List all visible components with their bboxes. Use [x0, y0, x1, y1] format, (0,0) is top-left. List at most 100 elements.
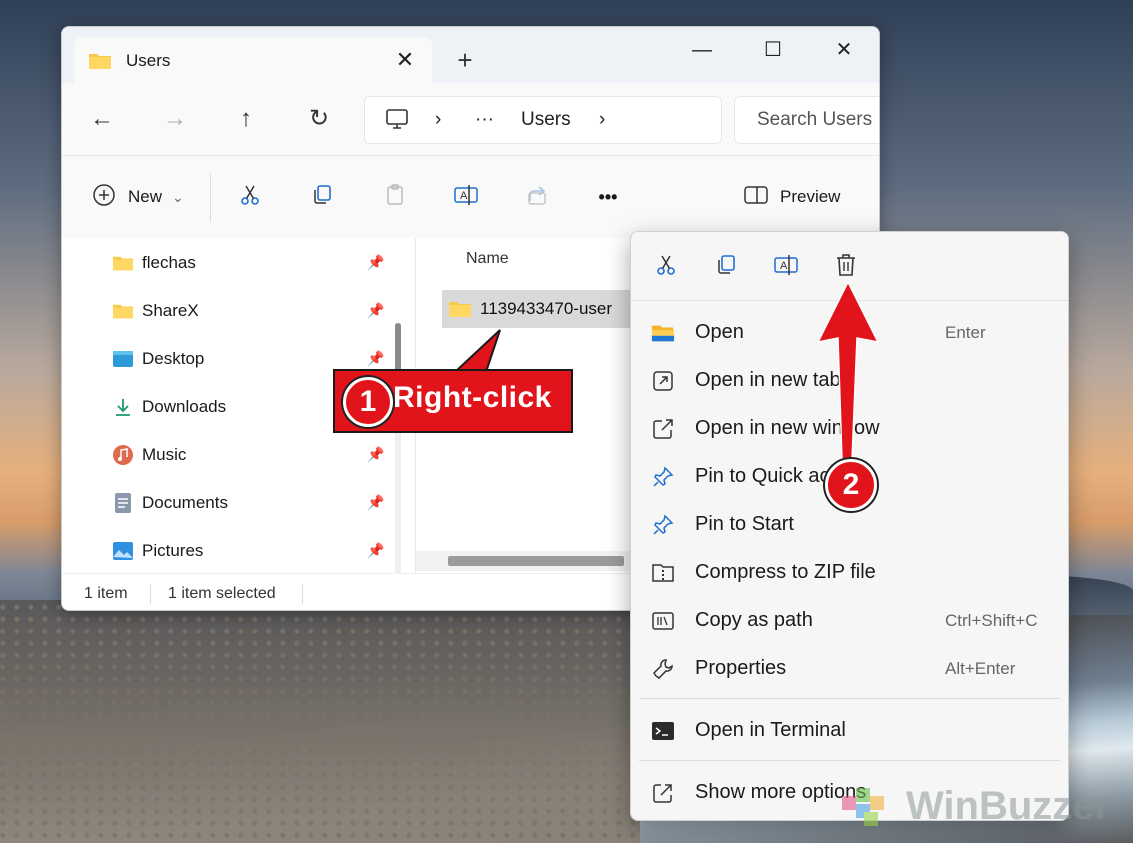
sidebar-item-sharex[interactable]: ShareX [112, 296, 199, 326]
rename-icon: A [453, 183, 479, 212]
chevron-down-icon: ⌄ [172, 188, 184, 205]
winbuzzer-watermark: WinBuzzer [836, 780, 1126, 832]
sidebar-item-music[interactable]: Music [112, 440, 186, 470]
share-icon [526, 183, 550, 212]
open-folder-icon [651, 321, 675, 345]
forward-button[interactable]: → [155, 99, 195, 139]
menu-item-label: Properties [695, 657, 787, 679]
address-bar[interactable]: › ··· Users › [364, 96, 722, 144]
context-rename-button[interactable]: A [769, 250, 803, 284]
breadcrumb-chevron[interactable]: › [435, 109, 441, 131]
rename-icon: A [773, 253, 799, 282]
search-placeholder: Search Users [757, 109, 873, 130]
menu-item-label: Pin to Start [695, 513, 794, 535]
svg-text:A: A [460, 190, 468, 202]
menu-item-copy-as-path[interactable]: Copy as path Ctrl+Shift+C [631, 597, 1068, 643]
sidebar-item-label: Pictures [142, 541, 204, 560]
file-item-label: 1139433470-user [480, 299, 613, 318]
name-column-header[interactable]: Name [466, 250, 509, 268]
close-tab-button[interactable]: ✕ [390, 45, 420, 75]
new-tab-button[interactable]: + [450, 45, 480, 75]
menu-item-label: Open [695, 321, 744, 343]
background-rocks-front [0, 600, 640, 843]
pin-icon [651, 465, 675, 489]
breadcrumb-overflow[interactable]: ··· [475, 109, 494, 131]
sidebar-item-desktop[interactable]: Desktop [112, 344, 204, 374]
command-bar: New ⌄ A ••• Preview [62, 155, 879, 239]
step-2-badge: 2 [825, 459, 877, 511]
pin-icon: 📌 [367, 254, 385, 270]
breadcrumb-users[interactable]: Users [521, 109, 571, 131]
preview-pane-icon [744, 185, 768, 210]
breadcrumb-chevron-end[interactable]: › [599, 109, 605, 131]
folder-icon [112, 301, 134, 321]
horizontal-scrollbar-thumb[interactable] [448, 556, 624, 566]
folder-icon [448, 299, 472, 319]
zip-icon [651, 561, 675, 585]
step-1-number: 1 [343, 377, 393, 427]
copy-path-icon [651, 609, 675, 633]
context-copy-button[interactable] [709, 250, 743, 284]
pin-icon: 📌 [367, 446, 385, 462]
paste-button[interactable] [377, 182, 413, 212]
pin-icon: 📌 [367, 542, 385, 558]
new-label: New [128, 187, 163, 206]
menu-item-compress-zip[interactable]: Compress to ZIP file [631, 549, 1068, 595]
navigation-scrollbar[interactable] [395, 323, 405, 573]
folder-icon [112, 253, 134, 273]
preview-label: Preview [780, 187, 841, 206]
menu-item-label: Open in new window [695, 417, 880, 439]
navigation-bar: ← → ↑ ↻ › ··· Users › Search Users [62, 83, 879, 155]
menu-item-properties[interactable]: Properties Alt+Enter [631, 645, 1068, 691]
tab-users[interactable]: Users ✕ [74, 37, 432, 83]
status-divider [302, 584, 303, 604]
sidebar-item-label: ShareX [142, 301, 199, 320]
more-options-button[interactable]: ••• [590, 182, 626, 212]
step-1-text: Right-click [393, 381, 552, 414]
sidebar-item-label: Music [142, 445, 187, 464]
status-divider [150, 584, 151, 604]
search-box[interactable]: Search Users [734, 96, 879, 144]
maximize-button[interactable]: ☐ [753, 35, 793, 65]
file-item-1139433470-user[interactable]: 1139433470-user [442, 290, 632, 328]
preview-button[interactable]: Preview [744, 182, 840, 212]
menu-item-open[interactable]: Open Enter [631, 309, 1068, 355]
up-button[interactable]: ↑ [226, 99, 266, 139]
share-button[interactable] [520, 182, 556, 212]
sidebar-item-label: flechas [142, 253, 196, 272]
menu-item-shortcut: Enter [945, 323, 986, 342]
menu-separator [639, 760, 1060, 761]
menu-item-label: Open in new tab [695, 369, 841, 391]
refresh-button[interactable]: ↻ [299, 99, 339, 139]
rename-button[interactable]: A [448, 182, 484, 212]
menu-item-open-terminal[interactable]: Open in Terminal [631, 707, 1068, 753]
context-delete-button[interactable] [829, 250, 863, 284]
menu-item-open-new-tab[interactable]: Open in new tab [631, 357, 1068, 403]
sidebar-item-downloads[interactable]: Downloads [112, 392, 226, 422]
watermark-text: WinBuzzer [906, 783, 1111, 828]
back-button[interactable]: ← [82, 99, 122, 139]
copy-icon [714, 253, 738, 282]
selection-count: 1 item selected [168, 585, 276, 602]
tab-title: Users [126, 51, 171, 70]
menu-item-open-new-window[interactable]: Open in new window [631, 405, 1068, 451]
menu-separator [639, 698, 1060, 699]
paste-icon [383, 183, 407, 212]
sidebar-item-pictures[interactable]: Pictures [112, 536, 203, 566]
minimize-button[interactable]: — [682, 35, 722, 65]
close-window-button[interactable]: ✕ [824, 35, 864, 65]
context-cut-button[interactable] [649, 250, 683, 284]
sidebar-item-documents[interactable]: Documents [112, 488, 228, 518]
folder-icon [88, 51, 112, 76]
scissors-icon [654, 253, 678, 282]
scrollbar-thumb[interactable] [395, 323, 401, 373]
more-options-icon [651, 781, 675, 805]
sidebar-item-flechas[interactable]: flechas [112, 248, 196, 278]
toolbar-separator [210, 174, 211, 222]
trash-icon [835, 253, 857, 282]
new-button[interactable]: New ⌄ [92, 182, 184, 212]
menu-item-label: Copy as path [695, 609, 813, 631]
winbuzzer-logo-icon [836, 778, 896, 835]
copy-button[interactable] [304, 182, 340, 212]
cut-button[interactable] [232, 182, 268, 212]
